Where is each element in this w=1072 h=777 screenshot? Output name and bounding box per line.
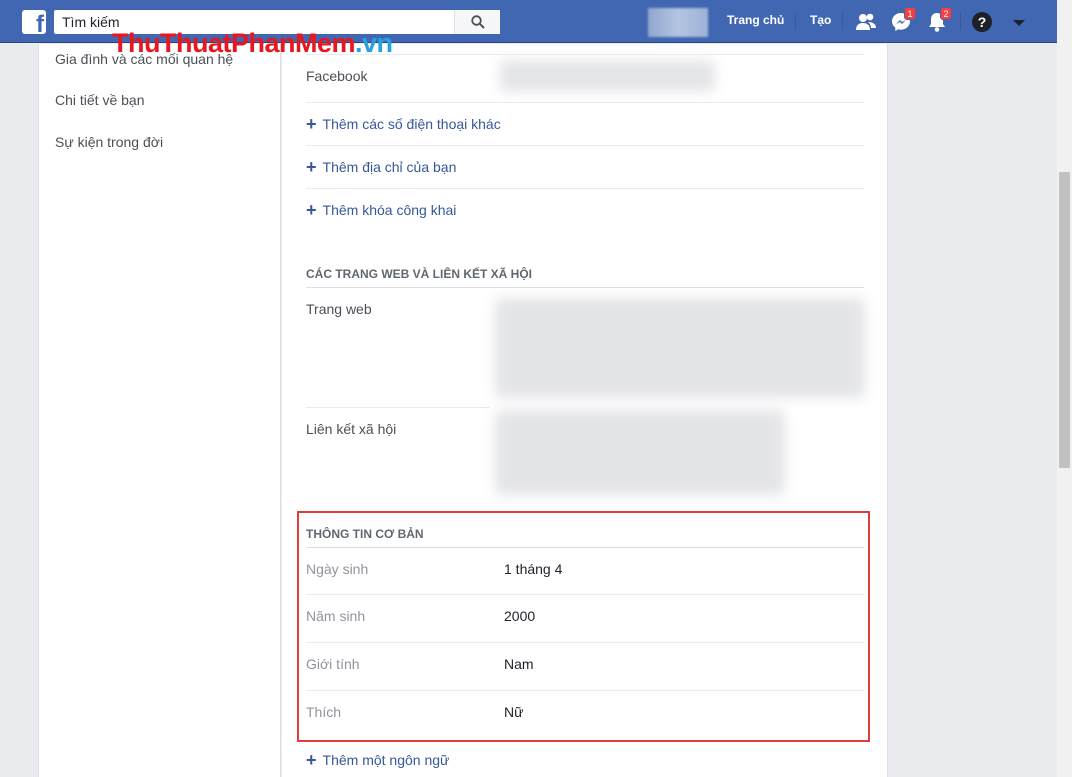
facebook-contact-label: Facebook	[306, 68, 368, 84]
social-links-label: Liên kết xã hội	[306, 421, 397, 437]
account-menu-chevron-down-icon[interactable]	[1008, 11, 1030, 33]
sidebar-item-details-about-you[interactable]: Chi tiết về bạn	[55, 92, 145, 108]
divider	[306, 690, 864, 691]
add-public-key-link[interactable]: + Thêm khóa công khai	[306, 200, 456, 220]
messenger-badge: 1	[904, 7, 916, 20]
birth-year-label: Năm sinh	[306, 608, 366, 624]
website-label: Trang web	[306, 301, 372, 317]
facebook-logo-icon[interactable]: f	[22, 10, 46, 34]
blurred-website-links	[495, 298, 865, 398]
birth-year-value: 2000	[504, 608, 536, 624]
basic-info-section-title: THÔNG TIN CƠ BẢN	[306, 527, 424, 541]
search-icon	[470, 15, 485, 29]
scrollbar-thumb[interactable]	[1059, 172, 1070, 468]
nav-divider	[842, 12, 843, 30]
nav-divider	[795, 12, 796, 30]
plus-icon: +	[306, 750, 317, 770]
interested-in-label: Thích	[306, 704, 342, 720]
divider	[306, 145, 864, 146]
birthday-label: Ngày sinh	[306, 561, 369, 577]
divider	[306, 287, 864, 288]
sidebar-item-life-events[interactable]: Sự kiện trong đời	[55, 134, 163, 150]
svg-text:?: ?	[978, 14, 987, 30]
interested-in-value: Nữ	[504, 704, 524, 720]
messenger-icon[interactable]: 1	[890, 7, 916, 33]
create-link[interactable]: Tạo	[810, 13, 831, 27]
notifications-badge: 2	[940, 7, 952, 20]
divider	[306, 594, 864, 595]
home-link[interactable]: Trang chủ	[727, 13, 784, 27]
divider	[306, 102, 864, 103]
plus-icon: +	[306, 114, 317, 134]
divider	[306, 547, 864, 548]
highlight-box	[297, 511, 870, 742]
divider	[306, 407, 490, 408]
websites-section-title: CÁC TRANG WEB VÀ LIÊN KẾT XÃ HỘI	[306, 267, 533, 281]
friend-requests-icon[interactable]	[855, 11, 877, 33]
watermark: ThuThuatPhanMem.vn	[112, 28, 393, 58]
gender-label: Giới tính	[306, 656, 360, 672]
gender-value: Nam	[504, 656, 534, 672]
add-address-link[interactable]: + Thêm địa chỉ của bạn	[306, 157, 456, 177]
blurred-facebook-url	[500, 60, 715, 92]
nav-divider	[960, 12, 961, 30]
about-sidebar	[38, 44, 281, 777]
help-icon[interactable]: ?	[971, 11, 993, 33]
page-scrollbar[interactable]	[1057, 0, 1072, 777]
blurred-social-links	[495, 410, 785, 495]
plus-icon: +	[306, 157, 317, 177]
divider	[306, 642, 864, 643]
search-button[interactable]	[454, 10, 500, 34]
add-phone-link[interactable]: + Thêm các số điện thoại khác	[306, 114, 501, 134]
notifications-bell-icon[interactable]: 2	[926, 7, 952, 33]
profile-avatar[interactable]	[648, 8, 708, 37]
divider	[306, 188, 864, 189]
birthday-value: 1 tháng 4	[504, 561, 563, 577]
add-language-link[interactable]: + Thêm một ngôn ngữ	[306, 750, 449, 770]
plus-icon: +	[306, 200, 317, 220]
